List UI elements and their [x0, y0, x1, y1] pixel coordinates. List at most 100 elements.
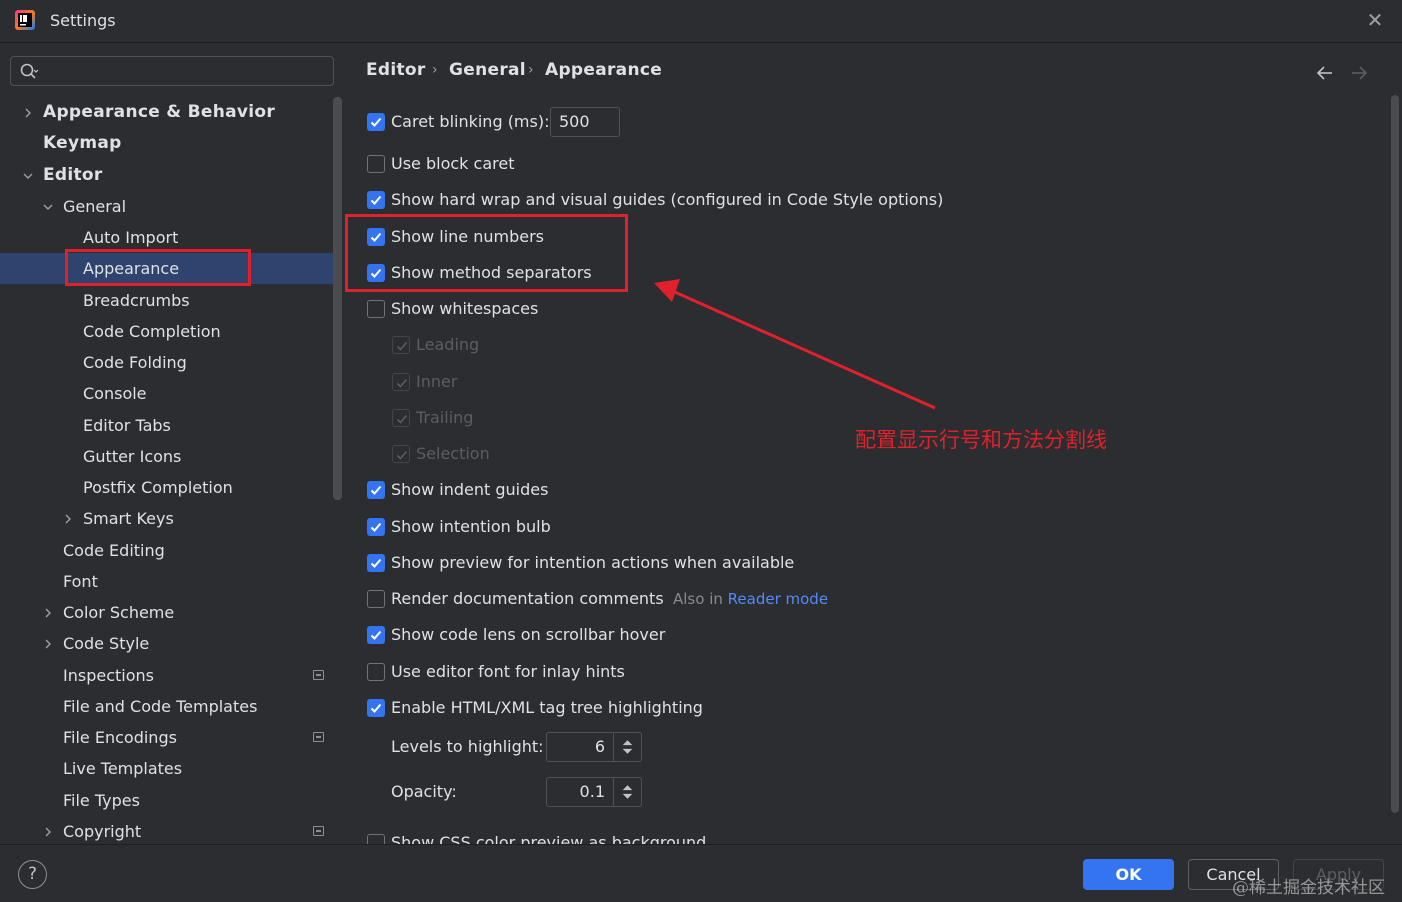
tree-scrollbar[interactable]	[333, 97, 342, 500]
tree-item-label: Console	[83, 384, 147, 403]
tree-item-file-and-code-templates[interactable]: File and Code Templates	[0, 691, 333, 722]
tree-item-inspections[interactable]: Inspections	[0, 660, 333, 691]
cancel-button[interactable]: Cancel	[1188, 859, 1279, 890]
opacity-spinner[interactable]: 0.1	[546, 777, 642, 807]
caret-blinking-input[interactable]: 500	[550, 107, 620, 137]
tree-item-label: Auto Import	[83, 228, 179, 247]
trailing-checkbox[interactable]	[392, 409, 410, 427]
chevron-right-icon[interactable]	[41, 637, 55, 651]
reader-mode-link[interactable]: Reader mode	[728, 590, 828, 608]
project-scope-icon	[313, 670, 324, 680]
tree-item-label: File Encodings	[63, 728, 177, 747]
close-icon[interactable]: ✕	[1364, 9, 1386, 31]
spinner-arrows-icon[interactable]	[613, 733, 641, 761]
intellij-app-icon	[15, 10, 35, 30]
content-scrollbar[interactable]	[1391, 95, 1399, 813]
settings-tree: Appearance & Behavior Keymap Editor General…	[0, 97, 333, 844]
tree-item-label: Font	[63, 572, 98, 591]
tree-item-label: Smart Keys	[83, 509, 174, 528]
arrow-left-icon[interactable]	[1314, 62, 1336, 84]
breadcrumb-separator: ›	[432, 62, 438, 78]
tree-item-editor[interactable]: Editor	[0, 160, 333, 191]
ok-button[interactable]: OK	[1083, 859, 1174, 890]
tree-item-breadcrumbs[interactable]: Breadcrumbs	[0, 285, 333, 316]
tree-item-color-scheme[interactable]: Color Scheme	[0, 597, 333, 628]
breadcrumb-item-general[interactable]: General	[449, 60, 526, 80]
preview-intention-label: Show preview for intention actions when …	[391, 553, 795, 572]
spinner-arrows-icon[interactable]	[613, 778, 641, 806]
render-docs-checkbox[interactable]	[367, 590, 385, 608]
window-title: Settings	[50, 11, 116, 30]
arrow-right-icon[interactable]	[1348, 62, 1370, 84]
leading-checkbox[interactable]	[392, 336, 410, 354]
indent-guides-checkbox[interactable]	[367, 481, 385, 499]
tree-item-font[interactable]: Font	[0, 566, 333, 597]
tree-item-label: Editor	[43, 165, 103, 185]
tree-item-label: Copyright	[63, 822, 142, 841]
tree-item-keymap[interactable]: Keymap	[0, 128, 333, 159]
tree-item-code-style[interactable]: Code Style	[0, 628, 333, 659]
trailing-label: Trailing	[416, 408, 474, 427]
chevron-right-icon[interactable]	[61, 512, 75, 526]
line-numbers-label: Show line numbers	[391, 227, 544, 246]
tree-item-general[interactable]: General	[0, 191, 333, 222]
annotation-text: 配置显示行号和方法分割线	[855, 428, 1107, 452]
reader-mode-hint: Also in Reader mode	[673, 587, 828, 611]
tree-item-appearance-and-behavior[interactable]: Appearance & Behavior	[0, 97, 333, 128]
preview-intention-checkbox[interactable]	[367, 554, 385, 572]
block-caret-checkbox[interactable]	[367, 155, 385, 173]
chevron-right-icon[interactable]	[21, 106, 35, 120]
levels-spinner[interactable]: 6	[546, 732, 642, 762]
breadcrumb-item-editor[interactable]: Editor	[366, 60, 426, 80]
method-separators-checkbox[interactable]	[367, 264, 385, 282]
help-button[interactable]: ?	[18, 860, 47, 889]
tree-item-label: Code Editing	[63, 541, 165, 560]
chevron-down-icon[interactable]	[41, 200, 55, 214]
tree-item-console[interactable]: Console	[0, 378, 333, 409]
tree-item-editor-tabs[interactable]: Editor Tabs	[0, 410, 333, 441]
tree-item-label: Live Templates	[63, 759, 183, 778]
chevron-right-icon[interactable]	[41, 825, 55, 839]
whitespaces-checkbox[interactable]	[367, 300, 385, 318]
hard-wrap-checkbox[interactable]	[367, 191, 385, 209]
leading-label: Leading	[416, 335, 480, 354]
tree-item-gutter-icons[interactable]: Gutter Icons	[0, 441, 333, 472]
tree-item-file-encodings[interactable]: File Encodings	[0, 722, 333, 753]
inlay-font-label: Use editor font for inlay hints	[391, 662, 625, 681]
chevron-down-icon[interactable]	[21, 169, 35, 183]
settings-search-input[interactable]	[10, 56, 334, 86]
tree-item-code-completion[interactable]: Code Completion	[0, 316, 333, 347]
title-bar: Settings ✕	[0, 0, 1402, 43]
tree-item-copyright[interactable]: Copyright	[0, 816, 333, 844]
levels-value: 6	[594, 737, 605, 756]
tree-item-code-editing[interactable]: Code Editing	[0, 535, 333, 566]
inlay-font-checkbox[interactable]	[367, 663, 385, 681]
opacity-label: Opacity:	[391, 782, 457, 801]
tree-item-live-templates[interactable]: Live Templates	[0, 753, 333, 784]
tree-item-label: Inspections	[63, 666, 154, 685]
tree-item-label: Code Completion	[83, 322, 221, 341]
appearance-settings-panel: Caret blinking (ms): 500 Use block caret…	[345, 95, 1390, 844]
selection-label: Selection	[416, 444, 490, 463]
tree-item-code-folding[interactable]: Code Folding	[0, 347, 333, 378]
project-scope-icon	[313, 732, 324, 742]
method-separators-label: Show method separators	[391, 263, 592, 282]
inner-checkbox[interactable]	[392, 373, 410, 391]
tree-item-smart-keys[interactable]: Smart Keys	[0, 503, 333, 534]
caret-blinking-checkbox[interactable]	[367, 113, 385, 131]
tag-tree-checkbox[interactable]	[367, 699, 385, 717]
tree-item-file-types[interactable]: File Types	[0, 785, 333, 816]
tree-item-auto-import[interactable]: Auto Import	[0, 222, 333, 253]
line-numbers-checkbox[interactable]	[367, 228, 385, 246]
css-color-checkbox[interactable]	[367, 834, 385, 844]
code-lens-label: Show code lens on scrollbar hover	[391, 625, 666, 644]
tree-item-label: File and Code Templates	[63, 697, 258, 716]
apply-button[interactable]: Apply	[1293, 859, 1384, 890]
intention-bulb-checkbox[interactable]	[367, 518, 385, 536]
tree-item-postfix-completion[interactable]: Postfix Completion	[0, 472, 333, 503]
selection-checkbox[interactable]	[392, 445, 410, 463]
intention-bulb-label: Show intention bulb	[391, 517, 551, 536]
code-lens-checkbox[interactable]	[367, 626, 385, 644]
chevron-right-icon[interactable]	[41, 606, 55, 620]
tree-item-appearance[interactable]: Appearance	[0, 253, 333, 284]
